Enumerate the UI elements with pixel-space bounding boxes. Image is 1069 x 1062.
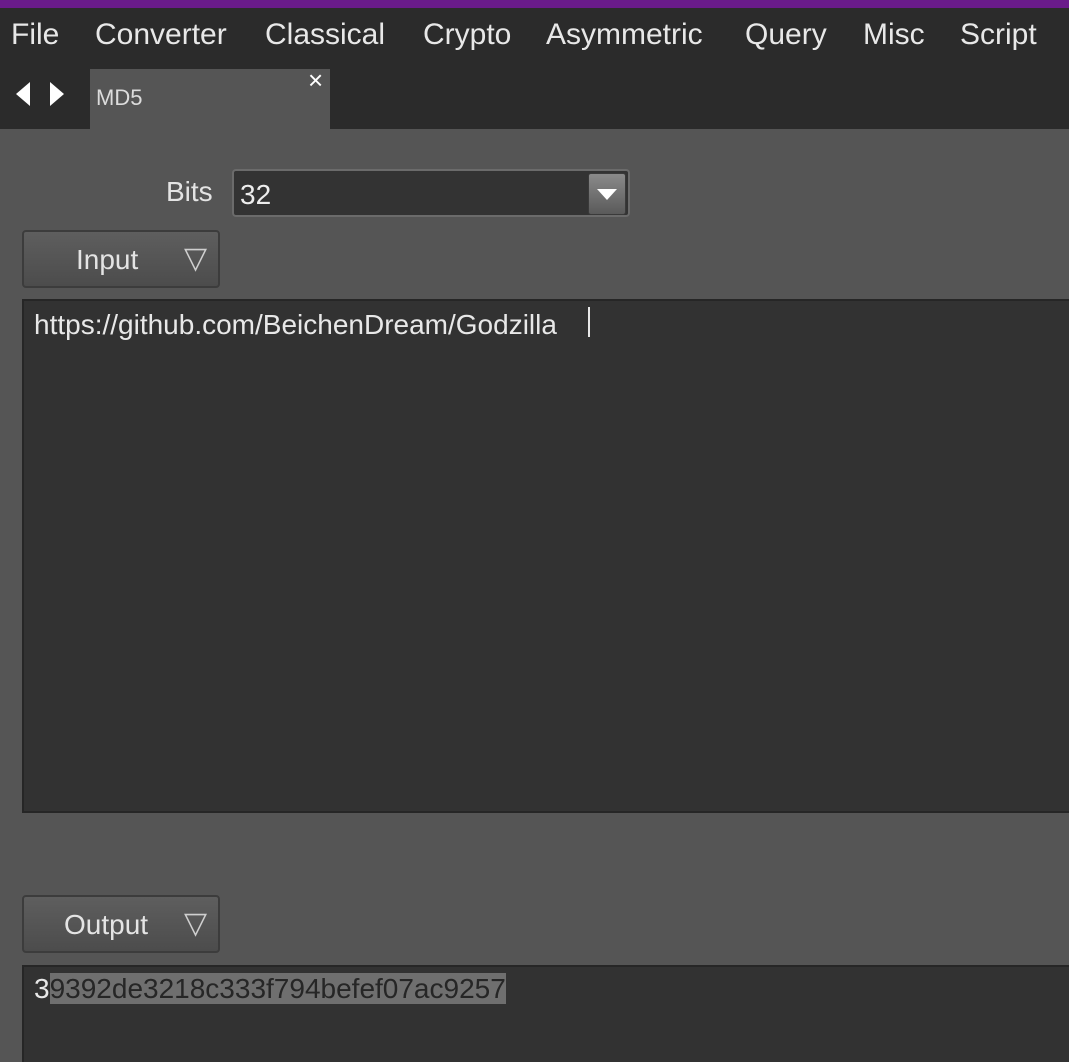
- input-textarea[interactable]: https://github.com/BeichenDream/Godzilla: [22, 299, 1069, 813]
- menu-file[interactable]: File: [11, 17, 59, 53]
- output-dropdown-label: Output: [64, 909, 149, 940]
- tab-label: MD5: [96, 85, 143, 110]
- input-format-dropdown[interactable]: Input ▽: [22, 230, 220, 288]
- menu-script[interactable]: Script: [960, 17, 1037, 53]
- close-icon[interactable]: ×: [308, 67, 323, 93]
- menu-asymmetric[interactable]: Asymmetric: [546, 17, 703, 53]
- output-textarea[interactable]: 39392de3218c333f794befef07ac9257: [22, 965, 1069, 1062]
- menu-crypto[interactable]: Crypto: [423, 17, 511, 53]
- bits-select[interactable]: 32: [232, 169, 630, 217]
- output-format-dropdown[interactable]: Output ▽: [22, 895, 220, 953]
- input-text: https://github.com/BeichenDream/Godzilla: [34, 309, 557, 340]
- menu-converter[interactable]: Converter: [95, 17, 227, 53]
- md5-panel: Bits 32 Input ▽ https://github.com/Beich…: [0, 129, 1069, 1062]
- menu-query[interactable]: Query: [745, 17, 827, 53]
- output-text-unselected: 3: [34, 973, 50, 1004]
- chevron-down-icon[interactable]: [588, 173, 626, 215]
- triangle-right-icon[interactable]: [50, 82, 64, 106]
- bits-label: Bits: [166, 176, 213, 207]
- triangle-down-icon: ▽: [184, 907, 208, 940]
- output-text: 39392de3218c333f794befef07ac9257: [34, 973, 506, 1005]
- output-text-selection: 9392de3218c333f794befef07ac9257: [49, 973, 506, 1004]
- menu-classical[interactable]: Classical: [265, 17, 385, 53]
- title-accent-strip: [0, 0, 1069, 8]
- menu-misc[interactable]: Misc: [863, 17, 925, 53]
- tab-bar: MD5 ×: [0, 62, 1069, 129]
- text-cursor: [588, 307, 590, 337]
- bits-selected-value: 32: [240, 179, 272, 210]
- menu-bar: File Converter Classical Crypto Asymmetr…: [0, 8, 1069, 62]
- tab-md5[interactable]: MD5 ×: [90, 67, 330, 129]
- triangle-down-icon: ▽: [184, 242, 208, 275]
- triangle-left-icon[interactable]: [16, 82, 30, 106]
- input-dropdown-label: Input: [76, 244, 139, 275]
